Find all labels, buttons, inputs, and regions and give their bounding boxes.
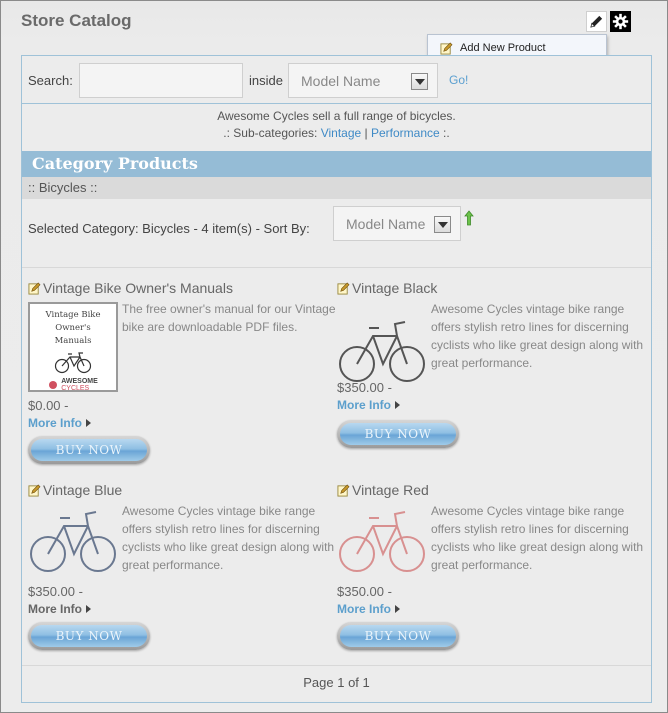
catalog-panel: Search: inside Model Name Go! Awesome Cy…	[21, 55, 652, 703]
product-card: Vintage Bike Owner's Manuals Vintage Bik…	[22, 278, 336, 468]
sort-direction-arrow-icon[interactable]	[464, 210, 474, 231]
product-title-link[interactable]: Vintage Blue	[28, 482, 122, 498]
caret-right-icon	[395, 605, 400, 613]
product-title-link[interactable]: Vintage Red	[337, 482, 429, 498]
brand-flower-icon	[49, 381, 58, 389]
brand-subname: CYCLES	[61, 385, 90, 392]
buy-now-label: BUY NOW	[31, 625, 147, 647]
more-info-label: More Info	[337, 398, 391, 412]
sort-row: Selected Category: Bicycles - 4 item(s) …	[22, 206, 651, 266]
buy-now-label: BUY NOW	[31, 439, 147, 461]
edit-note-icon	[28, 282, 41, 295]
product-card: Vintage Black Awesome Cycles vintage bik…	[331, 278, 643, 468]
product-title: Vintage Blue	[43, 482, 123, 498]
product-title: Vintage Black	[352, 280, 438, 296]
bicycle-icon	[54, 352, 92, 374]
subcategories-prefix: .: Sub-categories:	[223, 126, 318, 140]
edit-button[interactable]	[586, 11, 607, 32]
chevron-down-icon	[411, 73, 428, 90]
more-info-label: More Info	[28, 416, 82, 430]
divider	[22, 267, 651, 268]
edit-note-icon	[28, 484, 41, 497]
edit-note-icon	[440, 42, 453, 55]
chevron-down-icon	[434, 216, 451, 233]
product-title-link[interactable]: Vintage Bike Owner's Manuals	[28, 280, 233, 296]
selected-category-text: Selected Category: Bicycles - 4 item(s) …	[28, 221, 310, 236]
window-title: Store Catalog	[21, 11, 132, 30]
product-title: Vintage Bike Owner's Manuals	[43, 280, 233, 296]
edit-note-icon	[337, 484, 350, 497]
sort-by-value: Model Name	[346, 216, 426, 232]
product-card: Vintage Blue Awesome Cycles vintage bike…	[22, 480, 334, 670]
brand-logo: AWESOME CYCLES	[30, 378, 116, 392]
subcategories-line: .: Sub-categories: Vintage | Performance…	[22, 125, 651, 142]
more-info-label: More Info	[337, 602, 391, 616]
pencil-icon	[590, 15, 603, 28]
buy-now-button[interactable]: BUY NOW	[28, 622, 150, 650]
product-image-caption: Vintage Bike Owner's Manuals	[45, 310, 101, 346]
gear-icon	[612, 13, 629, 30]
caret-right-icon	[86, 605, 91, 613]
search-label: Search:	[28, 73, 73, 88]
search-field-value: Model Name	[301, 73, 381, 89]
divider	[22, 665, 651, 666]
bicycle-icon[interactable]	[28, 504, 118, 594]
product-price: $350.00 -	[28, 584, 83, 599]
category-products-header: Category Products	[22, 151, 651, 177]
pagination-text: Page 1 of 1	[303, 675, 370, 690]
product-description: The free owner's manual for our Vintage …	[122, 302, 336, 334]
store-catalog-window: Store Catalog Add New Product Search: in…	[0, 0, 668, 713]
product-description: Awesome Cycles vintage bike range offers…	[431, 504, 644, 572]
product-price: $350.00 -	[337, 584, 392, 599]
bicycle-icon[interactable]	[337, 504, 427, 594]
caret-right-icon	[395, 401, 400, 409]
subcategory-link-performance[interactable]: Performance	[371, 126, 440, 140]
title-tools	[586, 11, 631, 32]
product-price: $0.00 -	[28, 398, 69, 413]
buy-now-button[interactable]: BUY NOW	[337, 622, 459, 650]
caret-right-icon	[86, 419, 91, 427]
inside-label: inside	[249, 73, 283, 88]
go-button[interactable]: Go!	[449, 73, 468, 87]
settings-button[interactable]	[610, 11, 631, 32]
buy-now-label: BUY NOW	[340, 423, 456, 445]
search-input[interactable]	[79, 63, 243, 98]
subcategory-separator: |	[364, 126, 368, 140]
product-price: $350.00 -	[337, 380, 392, 395]
sort-by-select[interactable]: Model Name	[333, 206, 461, 241]
bicycle-icon[interactable]	[337, 302, 427, 392]
breadcrumb: :: Bicycles ::	[22, 177, 651, 199]
more-info-link[interactable]: More Info	[337, 602, 400, 616]
add-new-product-label: Add New Product	[460, 42, 546, 54]
category-description-block: Awesome Cycles sell a full range of bicy…	[22, 108, 651, 142]
buy-now-label: BUY NOW	[340, 625, 456, 647]
more-info-link[interactable]: More Info	[337, 398, 400, 412]
buy-now-button[interactable]: BUY NOW	[28, 436, 150, 464]
product-description: Awesome Cycles vintage bike range offers…	[431, 302, 644, 370]
search-bar: Search: inside Model Name Go!	[22, 56, 651, 104]
product-card: Vintage Red Awesome Cycles vintage bike …	[331, 480, 643, 670]
buy-now-button[interactable]: BUY NOW	[337, 420, 459, 448]
subcategories-suffix: :.	[443, 126, 450, 140]
edit-note-icon	[337, 282, 350, 295]
product-title: Vintage Red	[352, 482, 429, 498]
search-field-select[interactable]: Model Name	[288, 63, 438, 98]
more-info-link[interactable]: More Info	[28, 602, 91, 616]
category-description: Awesome Cycles sell a full range of bicy…	[217, 109, 456, 123]
brand-name: AWESOME	[61, 378, 98, 385]
product-title-link[interactable]: Vintage Black	[337, 280, 437, 296]
subcategory-link-vintage[interactable]: Vintage	[321, 126, 361, 140]
product-description: Awesome Cycles vintage bike range offers…	[122, 504, 335, 572]
more-info-label: More Info	[28, 602, 82, 616]
more-info-link[interactable]: More Info	[28, 416, 91, 430]
product-image[interactable]: Vintage Bike Owner's Manuals AWESOME CYC…	[28, 302, 118, 392]
